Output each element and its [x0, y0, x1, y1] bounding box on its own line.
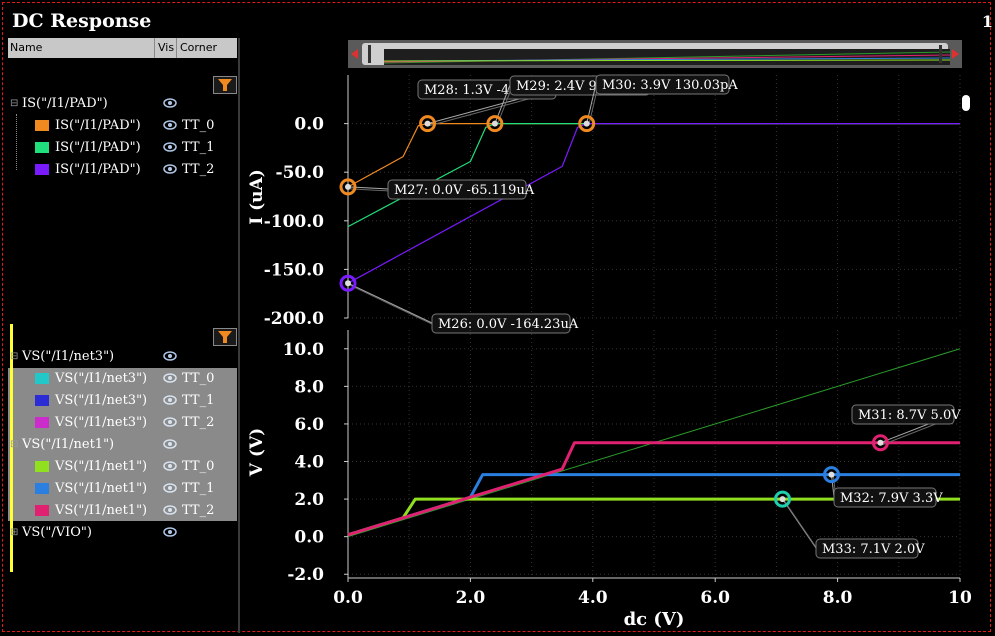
- filter-button-top[interactable]: [213, 76, 237, 94]
- scroll-right-arrow[interactable]: [952, 49, 959, 59]
- color-swatch: [35, 395, 49, 406]
- color-swatch: [35, 164, 49, 175]
- collapse-icon[interactable]: ⊟: [10, 351, 18, 362]
- corner-label: TT_1: [182, 140, 215, 155]
- tree-group-vs-vio[interactable]: ⊞ VS("/VIO"): [8, 522, 237, 544]
- scroll-left-arrow[interactable]: [351, 49, 358, 59]
- color-swatch: [35, 461, 49, 472]
- column-name[interactable]: Name: [10, 41, 42, 54]
- color-swatch: [35, 483, 49, 494]
- color-swatch: [35, 373, 49, 384]
- tree-group-vs-net3[interactable]: ⊟ VS("/I1/net3"): [8, 346, 237, 368]
- eye-icon[interactable]: [163, 483, 177, 493]
- tree-item[interactable]: VS("/I1/net3") TT_0: [8, 368, 237, 390]
- tree-item[interactable]: IS("/I1/PAD") TT_1: [8, 137, 237, 159]
- signal-browser: Name Vis Corner ⊟ IS("/I1/PAD") IS("/I1/…: [8, 38, 238, 628]
- eye-icon[interactable]: [163, 351, 177, 361]
- window-title: DC Response: [12, 10, 152, 32]
- tree-item[interactable]: VS("/I1/net1") TT_0: [8, 456, 237, 478]
- zoom-overview-slider[interactable]: [348, 40, 962, 68]
- slider-track[interactable]: [362, 43, 951, 65]
- collapse-icon[interactable]: ⊟: [10, 98, 18, 109]
- group-label: VS("/I1/net1"): [22, 437, 115, 452]
- panel-splitter[interactable]: [238, 38, 240, 633]
- page-number: 1: [981, 12, 993, 31]
- color-swatch: [35, 120, 49, 131]
- filter-icon: [218, 79, 232, 91]
- eye-icon[interactable]: [163, 98, 177, 108]
- column-vis[interactable]: Vis: [158, 41, 174, 54]
- tree-item[interactable]: IS("/I1/PAD") TT_0: [8, 115, 237, 137]
- eye-icon[interactable]: [163, 395, 177, 405]
- overview-plot: [383, 49, 951, 65]
- tree-group-is-pad[interactable]: ⊟ IS("/I1/PAD"): [8, 93, 237, 115]
- tree-item[interactable]: VS("/I1/net1") TT_2: [8, 500, 237, 522]
- eye-icon[interactable]: [163, 505, 177, 515]
- corner-label: TT_0: [182, 118, 215, 133]
- column-divider[interactable]: [176, 38, 177, 58]
- color-swatch: [35, 142, 49, 153]
- signal-label: IS("/I1/PAD"): [55, 162, 141, 177]
- corner-label: TT_0: [182, 371, 215, 386]
- tree-item[interactable]: VS("/I1/net3") TT_2: [8, 412, 237, 434]
- column-corner[interactable]: Corner: [180, 41, 217, 54]
- vertical-scroll-handle[interactable]: [962, 95, 970, 111]
- signal-label: VS("/I1/net3"): [55, 371, 148, 386]
- eye-icon[interactable]: [163, 527, 177, 537]
- signal-label: VS("/I1/net1"): [55, 481, 148, 496]
- group-label: VS("/VIO"): [22, 525, 92, 540]
- signal-label: VS("/I1/net3"): [55, 415, 148, 430]
- tree-item[interactable]: VS("/I1/net1") TT_1: [8, 478, 237, 500]
- color-swatch: [35, 417, 49, 428]
- tree-group-vs-net1[interactable]: ⊟ VS("/I1/net1"): [8, 434, 237, 456]
- eye-icon[interactable]: [163, 142, 177, 152]
- eye-icon[interactable]: [163, 373, 177, 383]
- eye-icon[interactable]: [163, 120, 177, 130]
- slider-left-handle[interactable]: [368, 45, 371, 63]
- signal-label: VS("/I1/net1"): [55, 459, 148, 474]
- overview-traces: [383, 51, 951, 64]
- filter-button-bottom[interactable]: [213, 328, 237, 346]
- eye-icon[interactable]: [163, 164, 177, 174]
- column-divider[interactable]: [154, 38, 155, 58]
- group-label: VS("/I1/net3"): [22, 349, 115, 364]
- corner-label: TT_2: [182, 162, 215, 177]
- eye-icon[interactable]: [163, 417, 177, 427]
- column-header: Name Vis Corner: [8, 38, 237, 58]
- group-label: IS("/I1/PAD"): [22, 96, 108, 111]
- color-swatch: [35, 505, 49, 516]
- tree-item[interactable]: IS("/I1/PAD") TT_2: [8, 159, 237, 181]
- filter-icon: [218, 331, 232, 343]
- corner-label: TT_1: [182, 481, 215, 496]
- corner-label: TT_0: [182, 459, 215, 474]
- signal-label: VS("/I1/net3"): [55, 393, 148, 408]
- corner-label: TT_2: [182, 503, 215, 518]
- signal-label: IS("/I1/PAD"): [55, 118, 141, 133]
- signal-label: VS("/I1/net1"): [55, 503, 148, 518]
- signal-label: IS("/I1/PAD"): [55, 140, 141, 155]
- tree-item[interactable]: VS("/I1/net3") TT_1: [8, 390, 237, 412]
- expand-icon[interactable]: ⊞: [10, 527, 18, 538]
- eye-icon[interactable]: [163, 439, 177, 449]
- eye-icon[interactable]: [163, 461, 177, 471]
- corner-label: TT_1: [182, 393, 215, 408]
- slider-right-handle[interactable]: [939, 45, 942, 63]
- corner-label: TT_2: [182, 415, 215, 430]
- collapse-icon[interactable]: ⊟: [10, 439, 18, 450]
